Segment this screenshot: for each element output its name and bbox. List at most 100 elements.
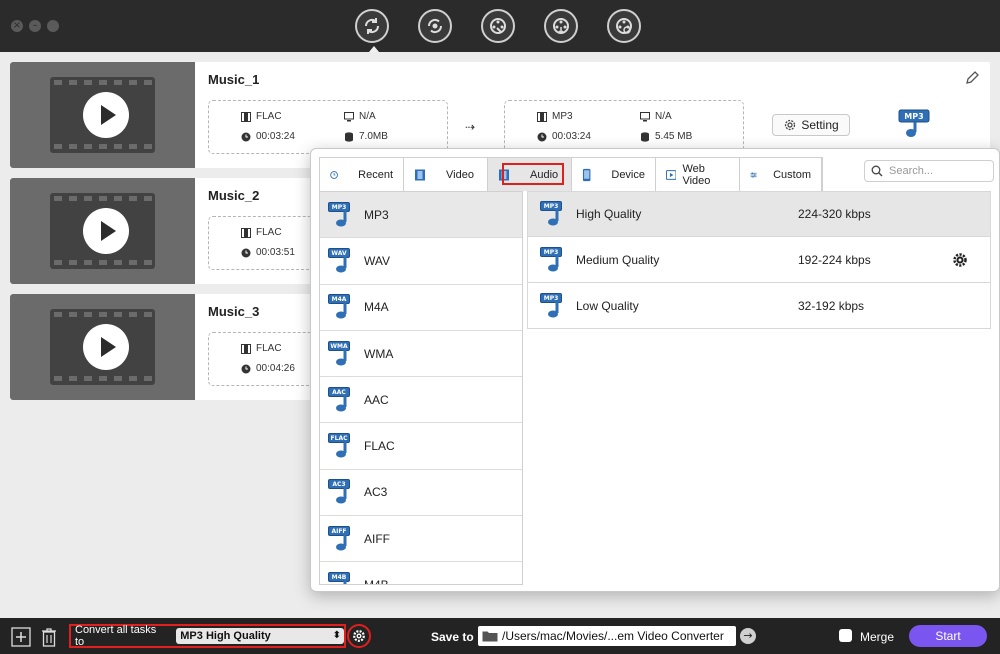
audio-tab-highlight — [502, 163, 564, 185]
file-title: Music_3 — [208, 304, 260, 319]
format-item[interactable]: AC3 AC3 — [320, 469, 522, 517]
quality-bitrate: 224-320 kbps — [798, 207, 871, 221]
format-label: WMA — [364, 346, 394, 361]
source-duration: 00:03:51 — [256, 247, 295, 258]
convert-all-select[interactable]: MP3 High Quality — [176, 628, 344, 644]
output-settings-button[interactable] — [347, 624, 371, 648]
source-duration: 00:04:26 — [256, 363, 295, 374]
save-path: /Users/mac/Movies/...em Video Converter — [502, 629, 724, 643]
title-bar: × – — [0, 0, 1000, 52]
tab-web-video[interactable]: Web Video — [656, 158, 740, 191]
output-duration: 00:03:24 — [552, 131, 591, 142]
convert-arrow-icon: ⇢ — [465, 120, 476, 134]
mp3-format-icon: MP3 — [540, 201, 568, 227]
format-item[interactable]: WMA WMA — [320, 330, 522, 378]
search-input[interactable]: Search... — [864, 160, 994, 182]
start-button[interactable]: Start — [909, 625, 987, 647]
clock-icon — [241, 364, 251, 373]
mp3-format-icon: MP3 — [540, 246, 568, 273]
trash-icon[interactable] — [39, 627, 59, 647]
download-icon[interactable] — [607, 9, 641, 43]
source-format: FLAC — [256, 343, 282, 354]
format-item[interactable]: M4B M4B — [320, 562, 522, 584]
tab-device[interactable]: Device — [572, 158, 656, 191]
merge-icon[interactable] — [544, 9, 578, 43]
output-format: MP3 — [552, 111, 573, 122]
edit-icon[interactable] — [964, 70, 980, 86]
film-format-icon — [537, 111, 547, 122]
play-icon[interactable] — [83, 208, 129, 254]
play-icon[interactable] — [83, 92, 129, 138]
device-icon — [582, 168, 591, 181]
format-list: MP3 MP3 WAV WAV M4A M4A WMA WMA AAC AAC FLAC FLAC AC… — [319, 191, 523, 585]
video-thumbnail[interactable] — [10, 178, 195, 284]
clock-icon — [241, 132, 251, 141]
quality-label: High Quality — [576, 207, 642, 221]
format-item[interactable]: WAV WAV — [320, 238, 522, 285]
clock-icon — [537, 132, 547, 141]
add-icon[interactable] — [11, 627, 31, 647]
web-video-icon — [666, 169, 677, 180]
format-label: AIFF — [364, 531, 390, 546]
mp3-format-icon[interactable]: MP3 — [895, 108, 933, 145]
merge-checkbox[interactable] — [839, 629, 852, 642]
audio-format-icon: WAV — [328, 247, 356, 274]
audio-format-icon: AAC — [328, 386, 356, 413]
audio-format-icon: AIFF — [328, 525, 356, 552]
mp3-format-icon: MP3 — [540, 292, 568, 319]
gear-icon[interactable] — [952, 252, 968, 268]
video-icon — [415, 169, 425, 180]
monitor-icon — [640, 111, 650, 121]
setting-button[interactable]: Setting — [772, 114, 850, 136]
format-picker-panel: Recent Video Audio Device Web Video Cust… — [310, 148, 1000, 592]
quality-bitrate: 192-224 kbps — [798, 252, 871, 267]
format-label: AC3 — [364, 485, 388, 500]
zoom-window-button[interactable] — [47, 20, 59, 32]
quality-medium[interactable]: MP3 Medium Quality 192-224 kbps — [527, 237, 991, 283]
convert-all-control: Convert all tasks to MP3 High Quality — [69, 624, 346, 648]
format-item[interactable]: AIFF AIFF — [320, 516, 522, 563]
file-title: Music_2 — [208, 188, 260, 203]
convert-video-icon[interactable] — [355, 9, 389, 52]
video-thumbnail[interactable] — [10, 62, 195, 168]
quality-high[interactable]: MP3 High Quality 224-320 kbps — [527, 191, 991, 237]
video-thumbnail[interactable] — [10, 294, 195, 400]
quality-low[interactable]: MP3 Low Quality 32-192 kbps — [527, 283, 991, 329]
audio-format-icon: MP3 — [328, 201, 356, 228]
format-item[interactable]: FLAC FLAC — [320, 423, 522, 470]
convert-audio-icon[interactable] — [418, 9, 452, 43]
tab-video[interactable]: Video — [404, 158, 488, 191]
bottom-bar: Convert all tasks to MP3 High Quality Sa… — [0, 618, 1000, 654]
format-item[interactable]: AAC AAC — [320, 377, 522, 424]
format-item[interactable]: MP3 MP3 — [320, 192, 522, 239]
format-list-scrollbar[interactable] — [522, 200, 523, 405]
minimize-window-button[interactable]: – — [29, 20, 41, 32]
storage-icon — [345, 131, 353, 142]
play-icon[interactable] — [83, 324, 129, 370]
source-size: 7.0MB — [359, 131, 388, 142]
quality-list: MP3 High Quality 224-320 kbps MP3 Medium… — [527, 191, 991, 329]
audio-format-icon: AC3 — [328, 479, 356, 505]
output-info: MP3 N/A 00:03:24 5.45 MB — [504, 100, 744, 154]
search-icon — [871, 165, 883, 177]
format-item[interactable]: M4A M4A — [320, 284, 522, 331]
tab-audio[interactable]: Audio — [488, 158, 572, 191]
file-title: Music_1 — [208, 72, 260, 87]
close-window-button[interactable]: × — [11, 20, 23, 32]
audio-format-icon: FLAC — [328, 433, 356, 459]
open-folder-arrow-icon[interactable]: → — [740, 628, 756, 644]
storage-icon — [641, 131, 649, 142]
merge-label: Merge — [860, 630, 895, 644]
film-format-icon — [241, 227, 251, 238]
compress-icon[interactable] — [481, 9, 515, 43]
recent-icon — [330, 170, 338, 179]
save-path-field[interactable]: /Users/mac/Movies/...em Video Converter — [478, 626, 736, 646]
tab-custom[interactable]: Custom — [740, 158, 822, 191]
clock-icon — [241, 248, 251, 257]
format-label: AAC — [364, 392, 389, 407]
sliders-icon — [750, 171, 757, 178]
search-placeholder: Search... — [889, 165, 934, 177]
setting-label: Setting — [801, 118, 839, 132]
audio-format-icon: M4B — [328, 572, 356, 584]
tab-recent[interactable]: Recent — [320, 158, 404, 191]
